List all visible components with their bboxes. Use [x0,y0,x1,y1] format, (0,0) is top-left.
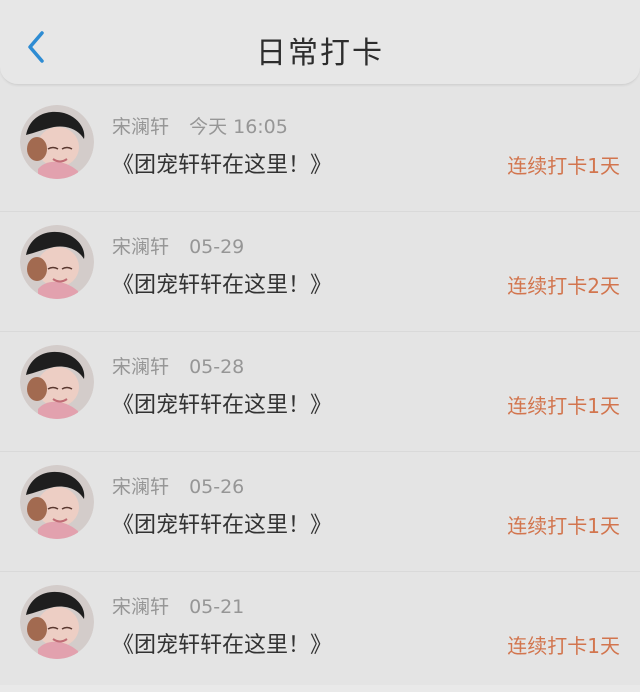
page-title: 日常打卡 [256,36,384,71]
avatar [20,345,94,419]
meta-line: 宋澜轩 05-26 [112,472,244,499]
checkin-row[interactable]: 宋澜轩 05-29 《团宠轩轩在这里！》 连续打卡2天 [0,212,640,332]
checkin-time: 05-26 [189,476,245,498]
streak-badge: 连续打卡1天 [507,394,620,418]
user-name: 宋澜轩 [112,116,170,138]
app-header: 日常打卡 [0,0,640,85]
streak-badge: 连续打卡1天 [507,154,620,178]
meta-line: 宋澜轩 05-28 [112,352,244,379]
checkin-row[interactable]: 宋澜轩 05-26 《团宠轩轩在这里！》 连续打卡1天 [0,452,640,572]
checkin-title: 《团宠轩轩在这里！》 [112,273,333,298]
checkin-row[interactable]: 宋澜轩 05-21 《团宠轩轩在这里！》 连续打卡1天 [0,572,640,692]
user-name: 宋澜轩 [112,596,170,618]
avatar [20,105,94,179]
user-name: 宋澜轩 [112,236,170,258]
checkin-row[interactable]: 宋澜轩 今天 16:05 《团宠轩轩在这里！》 连续打卡1天 [0,92,640,212]
checkin-time: 05-21 [189,596,245,618]
meta-line: 宋澜轩 05-21 [112,592,244,619]
checkin-row[interactable]: 宋澜轩 05-28 《团宠轩轩在这里！》 连续打卡1天 [0,332,640,452]
user-name: 宋澜轩 [112,356,170,378]
checkin-list: 宋澜轩 今天 16:05 《团宠轩轩在这里！》 连续打卡1天 宋澜轩 05-29… [0,92,640,692]
checkin-title: 《团宠轩轩在这里！》 [112,513,333,538]
user-name: 宋澜轩 [112,476,170,498]
checkin-title: 《团宠轩轩在这里！》 [112,153,333,178]
meta-line: 宋澜轩 05-29 [112,232,244,259]
avatar [20,225,94,299]
streak-badge: 连续打卡1天 [507,514,620,538]
avatar [20,585,94,659]
avatar [20,465,94,539]
checkin-title: 《团宠轩轩在这里！》 [112,633,333,658]
checkin-title: 《团宠轩轩在这里！》 [112,393,333,418]
checkin-time: 05-28 [189,356,245,378]
checkin-time: 今天 16:05 [189,116,288,138]
meta-line: 宋澜轩 今天 16:05 [112,112,288,139]
checkin-time: 05-29 [189,236,245,258]
streak-badge: 连续打卡1天 [507,634,620,658]
streak-badge: 连续打卡2天 [507,274,620,298]
